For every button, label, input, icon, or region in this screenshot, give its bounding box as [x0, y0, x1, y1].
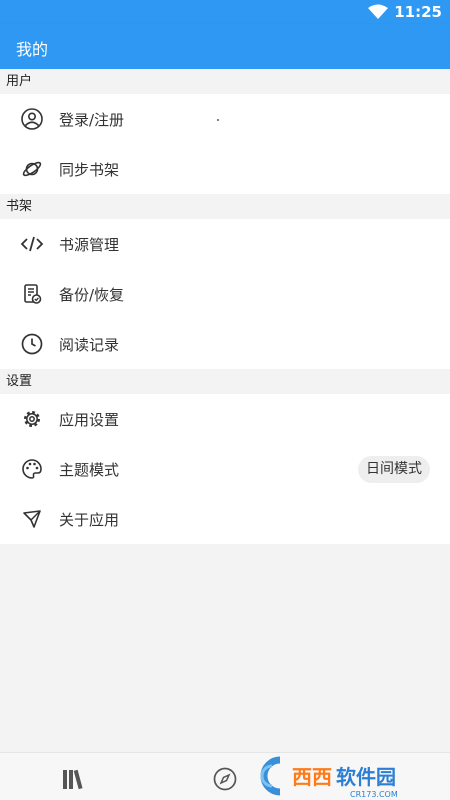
status-bar: 11:25 [0, 0, 450, 24]
backup-restore-item[interactable]: 备份/恢复 [0, 269, 450, 319]
wifi-icon [368, 4, 388, 20]
explore-compass-icon[interactable] [210, 765, 240, 793]
book-source-item[interactable]: 书源管理 [0, 219, 450, 269]
palette-icon [20, 457, 44, 481]
svg-text:CR173.COM: CR173.COM [350, 790, 398, 799]
code-icon [20, 232, 44, 256]
login-register-label: 登录/注册 [59, 111, 125, 129]
backup-restore-label: 备份/恢复 [59, 286, 125, 304]
settings-list: 用户 登录/注册 同步书架 书架 书源管理 备份/恢复 阅读记录 设置 应用设置… [0, 69, 450, 544]
bookshelf-nav-icon[interactable] [60, 765, 90, 793]
clock-icon [20, 332, 44, 356]
section-header-user: 用户 [0, 69, 450, 94]
watermark-logo: 西西 软件园 CR173.COM [250, 752, 446, 800]
sync-bookshelf-item[interactable]: 同步书架 [0, 144, 450, 194]
section-bookshelf: 书源管理 备份/恢复 阅读记录 [0, 219, 450, 369]
reading-history-item[interactable]: 阅读记录 [0, 319, 450, 369]
sync-bookshelf-label: 同步书架 [59, 161, 120, 179]
backup-document-icon [20, 282, 44, 306]
account-circle-icon [20, 107, 44, 131]
theme-mode-value[interactable]: 日间模式 [358, 456, 430, 483]
app-settings-label: 应用设置 [59, 411, 120, 429]
svg-text:西西: 西西 [292, 765, 332, 789]
section-header-bookshelf: 书架 [0, 194, 450, 219]
status-time: 11:25 [394, 3, 442, 21]
svg-text:软件园: 软件园 [336, 765, 396, 789]
section-settings: 应用设置 主题模式 日间模式 关于应用 [0, 394, 450, 544]
gear-icon [20, 407, 44, 431]
planet-icon [20, 157, 44, 181]
theme-mode-item[interactable]: 主题模式 日间模式 [0, 444, 450, 494]
reading-history-label: 阅读记录 [59, 336, 120, 354]
about-app-item[interactable]: 关于应用 [0, 494, 450, 544]
theme-mode-label: 主题模式 [59, 461, 120, 479]
about-app-label: 关于应用 [59, 511, 120, 529]
section-user: 登录/注册 同步书架 [0, 94, 450, 194]
login-register-item[interactable]: 登录/注册 [0, 94, 450, 144]
page-title: 我的 [16, 40, 49, 59]
stray-dot [217, 119, 219, 121]
app-settings-item[interactable]: 应用设置 [0, 394, 450, 444]
app-bar: 我的 [0, 24, 450, 69]
send-icon [20, 507, 44, 531]
section-header-settings: 设置 [0, 369, 450, 394]
book-source-label: 书源管理 [59, 236, 120, 254]
